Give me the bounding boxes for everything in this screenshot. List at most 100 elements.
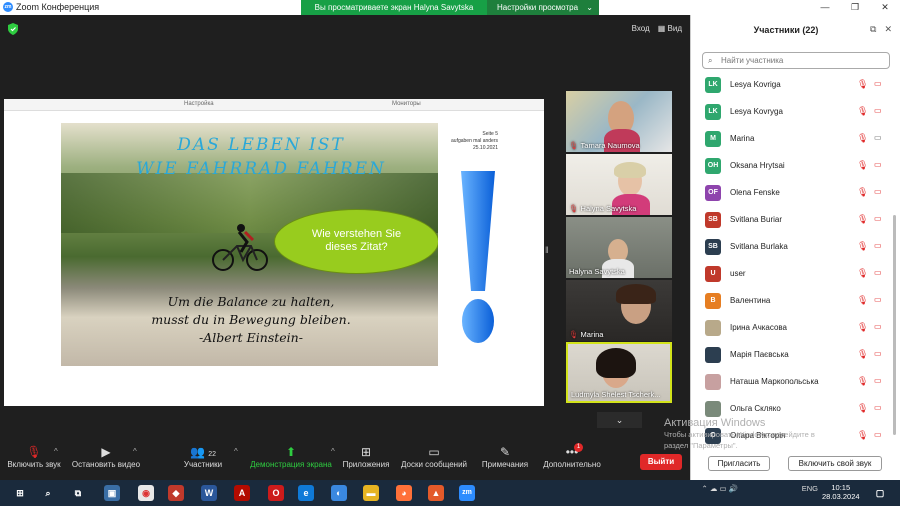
anydesk-icon[interactable]: ◆ xyxy=(168,485,184,501)
apps-button[interactable]: ⊞ Приложения xyxy=(340,444,392,469)
pdf-icon[interactable]: A xyxy=(234,485,250,501)
avatar xyxy=(705,320,721,336)
participant-row[interactable]: OF Olena Fenske 🎙 ▭ xyxy=(691,180,891,207)
participant-search-input[interactable]: ⌕ Найти участника xyxy=(702,52,890,69)
firefox-icon[interactable]: ◕ xyxy=(396,485,412,501)
participant-row[interactable]: M Marina 🎙 ▭ xyxy=(691,126,891,153)
participant-row[interactable]: Марія Паєвська 🎙 ▭ xyxy=(691,342,891,369)
shield-icon[interactable] xyxy=(8,23,18,35)
participants-caret[interactable]: ^ xyxy=(234,447,238,456)
video-thumb[interactable]: 🎙 Marina xyxy=(566,280,672,341)
participants-count: 22 xyxy=(208,451,217,458)
thumbs-scroll-down-button[interactable]: ⌄ xyxy=(597,412,642,428)
participants-panel: Участники (22) ⧉ ✕ ⌕ Найти участника LK L… xyxy=(690,15,900,480)
participant-row[interactable]: В Валентина 🎙 ▭ xyxy=(691,288,891,315)
video-camera-icon: ▶ xyxy=(101,445,111,459)
video-thumb[interactable]: 🎙 Tamara Naumova xyxy=(566,91,672,152)
task-view-icon[interactable]: ⧉ xyxy=(70,485,86,501)
video-off-icon: ▭ xyxy=(874,106,882,115)
video-options-caret[interactable]: ^ xyxy=(133,447,137,456)
close-button[interactable]: ✕ xyxy=(870,0,900,15)
search-placeholder: Найти участника xyxy=(721,56,784,65)
participant-name: Наташа Маркопольська xyxy=(730,377,819,386)
stop-video-button[interactable]: ▶ Остановить видео xyxy=(71,444,141,469)
video-off-icon: ▭ xyxy=(874,241,882,250)
more-button[interactable]: ••• Дополнительно 1 xyxy=(541,443,603,469)
windows-start-icon[interactable]: ⊞ xyxy=(12,485,28,501)
mic-off-icon: 🎙 xyxy=(857,403,869,413)
thumb-name-text: Marina xyxy=(580,330,604,339)
video-thumb[interactable]: Halyna Savytska xyxy=(566,217,672,278)
participant-name: user xyxy=(730,269,746,278)
share-screen-button[interactable]: ⬆ Демонстрация экрана xyxy=(249,444,333,469)
participant-row[interactable]: SB Svitlana Burlaka 🎙 ▭ xyxy=(691,234,891,261)
participant-row[interactable]: SB Svitlana Buriar 🎙 ▭ xyxy=(691,207,891,234)
mic-off-icon: 🎙 xyxy=(857,349,869,359)
folder-icon[interactable]: ▬ xyxy=(363,485,379,501)
mic-off-icon: 🎙 xyxy=(857,106,869,116)
mic-off-icon: 🎙 xyxy=(569,141,579,150)
mic-off-icon: 🎙 xyxy=(857,322,869,332)
mic-off-icon: 🎙 xyxy=(857,160,869,170)
participant-row[interactable]: LK Lesya Kovriga 🎙 ▭ xyxy=(691,72,891,99)
view-button[interactable]: ▦ Вид xyxy=(658,24,682,33)
activation-line3: раздел "Параметры". xyxy=(664,441,738,450)
view-buttons: Вход ▦ Вид xyxy=(632,24,682,33)
participant-row[interactable]: OH Oksana Hrytsai 🎙 ▭ xyxy=(691,153,891,180)
thumb-name: Ludmyla Shelest Tscherk... xyxy=(571,390,661,399)
notifications-icon[interactable]: ▢ xyxy=(872,485,888,501)
video-off-icon: ▭ xyxy=(874,376,882,385)
thumb-name: 🎙 Tamara Naumova xyxy=(569,141,640,150)
chrome-icon[interactable]: ◉ xyxy=(138,485,154,501)
enter-button[interactable]: Вход xyxy=(632,24,650,33)
exclamation-mark-icon xyxy=(461,171,495,343)
brave-icon[interactable]: ▲ xyxy=(428,485,444,501)
ruler-right-label: Мониторы xyxy=(392,101,421,107)
participant-name: Svitlana Burlaka xyxy=(730,242,788,251)
mic-off-icon: 🎙 xyxy=(857,214,869,224)
video-thumb-active-speaker[interactable]: Ludmyla Shelest Tscherk... xyxy=(566,342,672,403)
thumb-name: Halyna Savytska xyxy=(569,267,625,276)
minimize-button[interactable]: — xyxy=(810,0,840,15)
clock-time: 10:15 xyxy=(831,483,851,492)
audio-options-caret[interactable]: ^ xyxy=(54,447,58,456)
more-label: Дополнительно xyxy=(543,460,601,469)
apps-icon: ⊞ xyxy=(360,445,372,459)
taskbar-clock[interactable]: 10:15 28.03.2024 xyxy=(822,483,860,501)
panel-scrollbar[interactable] xyxy=(893,215,896,435)
opera-icon[interactable]: O xyxy=(268,485,284,501)
video-thumb[interactable]: 🎙 Halyna Savytska xyxy=(566,154,672,215)
save-app-icon[interactable]: ▣ xyxy=(104,485,120,501)
search-icon[interactable]: ⌕ xyxy=(40,485,56,501)
invite-button[interactable]: Пригласить xyxy=(708,456,770,471)
participant-row[interactable]: LK Lesya Kovryga 🎙 ▭ xyxy=(691,99,891,126)
participant-row[interactable]: Uuser 🎙 ▭ xyxy=(691,261,891,288)
browser-icon[interactable]: ◐ xyxy=(331,485,347,501)
presentation-slide: DAS LEBEN IST WIE FAHRRAD FAHREN Wie ver… xyxy=(61,123,498,366)
participant-name: Ірина Ачкасова xyxy=(730,323,788,332)
whiteboards-button[interactable]: ▭ Доски сообщений xyxy=(399,444,469,469)
ruler-left-label: Настройка xyxy=(184,101,214,107)
splitter-handle[interactable]: ‖ xyxy=(545,245,549,265)
word-icon[interactable]: W xyxy=(201,485,217,501)
maximize-button[interactable]: ❐ xyxy=(840,0,870,15)
language-indicator[interactable]: ENG xyxy=(802,484,818,493)
slide-page-info: Seite 5 aufgaben mal anders 25.10.2021 xyxy=(438,131,498,152)
participant-name: Olena Fenske xyxy=(730,188,780,197)
leave-button[interactable]: Выйти xyxy=(640,454,682,470)
participants-button[interactable]: 👥 22 Участники xyxy=(181,444,225,469)
participant-row[interactable]: Ірина Ачкасова 🎙 ▭ xyxy=(691,315,891,342)
unmute-me-button[interactable]: Включить свой звук xyxy=(788,456,882,471)
zoom-taskbar-icon[interactable]: zm xyxy=(459,485,475,501)
notes-label: Примечания xyxy=(481,460,529,469)
notes-button[interactable]: ✎ Примечания xyxy=(479,444,531,469)
view-settings-dropdown[interactable]: Настройки просмотра ⌄ xyxy=(487,0,599,15)
participant-row[interactable]: Наташа Маркопольська 🎙 ▭ xyxy=(691,369,891,396)
close-icon[interactable]: ✕ xyxy=(884,24,892,35)
share-options-caret[interactable]: ^ xyxy=(331,447,335,456)
participants-icon: 👥 22 xyxy=(189,445,217,459)
edge-icon[interactable]: e xyxy=(298,485,314,501)
slide-title: DAS LEBEN IST WIE FAHRRAD FAHREN xyxy=(111,133,411,181)
apps-label: Приложения xyxy=(342,460,390,469)
popout-icon[interactable]: ⧉ xyxy=(870,24,876,35)
